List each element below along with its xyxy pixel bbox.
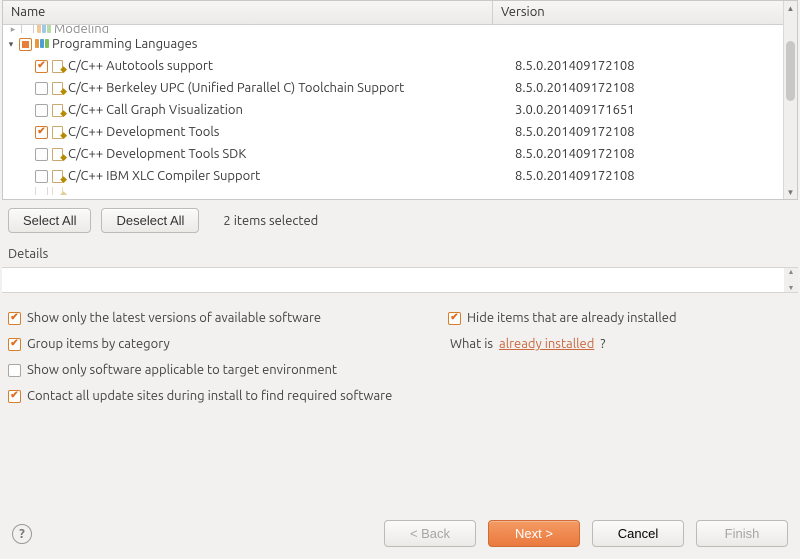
checkbox[interactable]: [35, 148, 48, 161]
option-group[interactable]: Group items by category: [8, 337, 448, 351]
category-label: Modeling: [54, 25, 109, 33]
back-button[interactable]: < Back: [384, 520, 476, 547]
software-tree-table: Name Version ▸ Modeling ▾ Programming La…: [2, 0, 798, 200]
checkbox[interactable]: [35, 60, 48, 73]
checkbox[interactable]: [8, 312, 21, 325]
hint-suffix: ?: [600, 337, 605, 351]
package-version: 8.5.0.201409172108: [507, 169, 797, 183]
package-icon: [50, 146, 66, 162]
package-label: C/C++ Development Tools: [68, 125, 219, 139]
package-row: [3, 187, 797, 195]
checkbox[interactable]: [8, 390, 21, 403]
table-header: Name Version: [3, 1, 797, 25]
category-icon: [36, 25, 52, 33]
package-icon: [50, 124, 66, 140]
checkbox[interactable]: [8, 338, 21, 351]
select-all-button[interactable]: Select All: [8, 208, 91, 233]
column-header-version[interactable]: Version: [493, 1, 797, 24]
package-version: 8.5.0.201409172108: [507, 147, 797, 161]
checkbox[interactable]: [35, 126, 48, 139]
package-icon: [50, 80, 66, 96]
option-label: Hide items that are already installed: [467, 311, 677, 325]
package-label: C/C++ Autotools support: [68, 59, 213, 73]
selection-toolbar: Select All Deselect All 2 items selected: [0, 200, 800, 241]
category-label: Programming Languages: [52, 37, 197, 51]
package-version: 8.5.0.201409172108: [507, 81, 797, 95]
deselect-all-button[interactable]: Deselect All: [101, 208, 199, 233]
package-row[interactable]: C/C++ Berkeley UPC (Unified Parallel C) …: [3, 77, 797, 99]
option-label: Show only software applicable to target …: [27, 363, 337, 377]
scroll-down-icon[interactable]: ▼: [788, 284, 795, 292]
category-row[interactable]: ▾ Programming Languages: [3, 33, 797, 55]
already-installed-hint: What is already installed?: [448, 337, 792, 351]
table-body: ▸ Modeling ▾ Programming Languages: [3, 25, 797, 201]
vertical-scrollbar[interactable]: ▲ ▼: [783, 1, 797, 199]
package-label: C/C++ Call Graph Visualization: [68, 103, 243, 117]
scroll-up-icon[interactable]: ▲: [784, 1, 797, 15]
next-button[interactable]: Next >: [488, 520, 580, 547]
chevron-down-icon[interactable]: ▾: [5, 38, 17, 50]
scrollbar-thumb[interactable]: [786, 41, 795, 101]
chevron-right-icon[interactable]: ▸: [7, 25, 19, 33]
package-version: 8.5.0.201409172108: [507, 125, 797, 139]
package-label: C/C++ Development Tools SDK: [68, 147, 246, 161]
package-version: 3.0.0.201409171651: [507, 103, 797, 117]
package-icon: [50, 58, 66, 74]
wizard-footer: ? < Back Next > Cancel Finish: [0, 510, 800, 559]
package-icon: [50, 102, 66, 118]
package-version: 8.5.0.201409172108: [507, 59, 797, 73]
column-header-name[interactable]: Name: [3, 1, 493, 24]
category-icon: [34, 36, 50, 52]
package-row[interactable]: C/C++ IBM XLC Compiler Support 8.5.0.201…: [3, 165, 797, 187]
option-label: Group items by category: [27, 337, 170, 351]
checkbox-tristate[interactable]: [19, 38, 32, 51]
checkbox[interactable]: [35, 82, 48, 95]
checkbox[interactable]: [35, 104, 48, 117]
package-row[interactable]: C/C++ Development Tools SDK 8.5.0.201409…: [3, 143, 797, 165]
finish-button[interactable]: Finish: [696, 520, 788, 547]
already-installed-link[interactable]: already installed: [499, 337, 594, 351]
option-label: Contact all update sites during install …: [27, 389, 392, 403]
options-grid: Show only the latest versions of availab…: [0, 293, 800, 411]
checkbox[interactable]: [8, 364, 21, 377]
details-label: Details: [0, 241, 800, 263]
option-contact-sites[interactable]: Contact all update sites during install …: [8, 389, 792, 403]
package-label: C/C++ Berkeley UPC (Unified Parallel C) …: [68, 81, 404, 95]
scroll-up-icon[interactable]: ▲: [788, 268, 795, 276]
help-icon[interactable]: ?: [12, 524, 32, 544]
checkbox[interactable]: [35, 170, 48, 183]
checkbox[interactable]: [21, 25, 34, 33]
scroll-down-icon[interactable]: ▼: [784, 185, 797, 199]
package-icon: [50, 168, 66, 184]
cancel-button[interactable]: Cancel: [592, 520, 684, 547]
details-panel: ▲ ▼: [2, 267, 798, 293]
package-row[interactable]: C/C++ Autotools support 8.5.0.2014091721…: [3, 55, 797, 77]
option-hide-installed[interactable]: Hide items that are already installed: [448, 311, 792, 325]
selection-status: 2 items selected: [223, 214, 318, 228]
package-label: C/C++ IBM XLC Compiler Support: [68, 169, 260, 183]
hint-prefix: What is: [450, 337, 493, 351]
checkbox[interactable]: [448, 312, 461, 325]
option-latest[interactable]: Show only the latest versions of availab…: [8, 311, 448, 325]
package-row[interactable]: C/C++ Development Tools 8.5.0.2014091721…: [3, 121, 797, 143]
option-label: Show only the latest versions of availab…: [27, 311, 321, 325]
details-scrollbar[interactable]: ▲ ▼: [784, 268, 798, 292]
package-row[interactable]: C/C++ Call Graph Visualization 3.0.0.201…: [3, 99, 797, 121]
option-target-env[interactable]: Show only software applicable to target …: [8, 363, 792, 377]
